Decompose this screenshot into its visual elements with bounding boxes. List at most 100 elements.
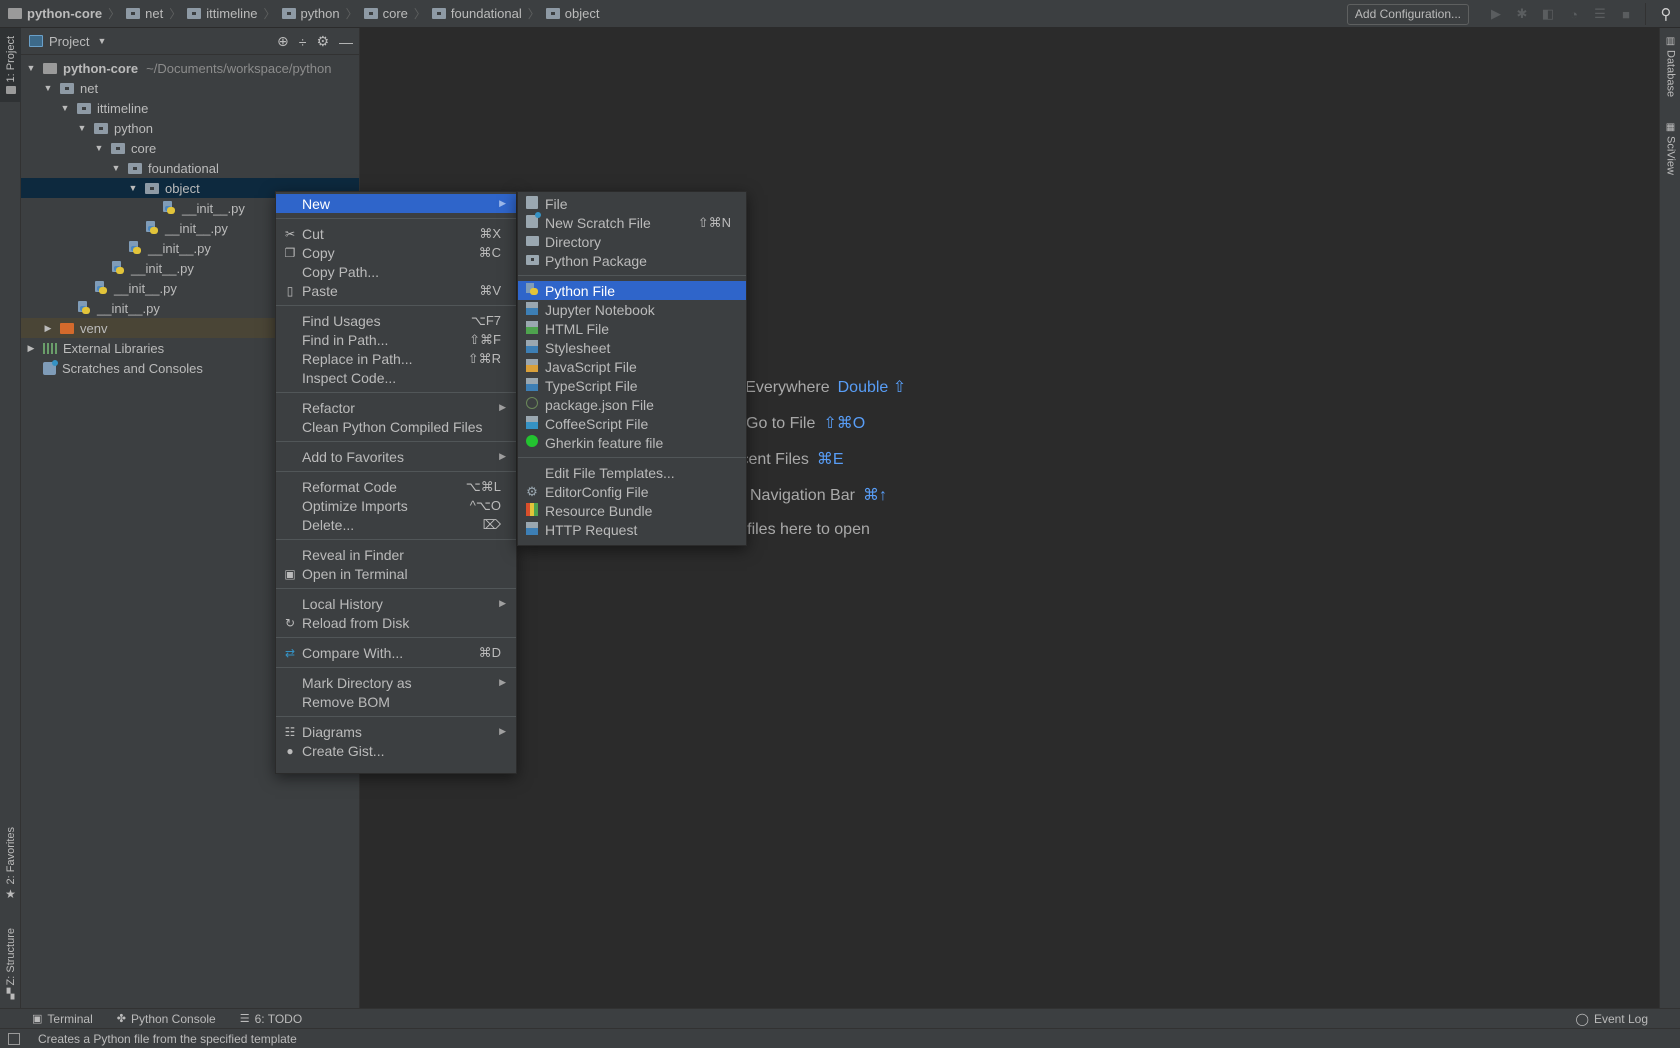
menu-item-paste[interactable]: ▯ Paste ⌘V xyxy=(276,281,516,300)
menu-item-shortcut: ⌘D xyxy=(478,644,501,660)
tree-row[interactable]: ▼ net xyxy=(21,78,359,98)
menu-item-refactor[interactable]: Refactor ▶ xyxy=(276,398,516,417)
submenu-item-html-file[interactable]: HTML File xyxy=(518,319,746,338)
breadcrumb-item[interactable]: python xyxy=(281,6,340,21)
menu-item-label: Reveal in Finder xyxy=(302,546,404,563)
submenu-item-file[interactable]: File xyxy=(518,194,746,213)
menu-item-reveal-in-finder[interactable]: Reveal in Finder xyxy=(276,545,516,564)
menu-item-copy-path[interactable]: Copy Path... xyxy=(276,262,516,281)
tool-tab-python-console[interactable]: ✤ Python Console xyxy=(117,1012,216,1026)
breadcrumb-item[interactable]: foundational xyxy=(431,6,522,21)
submenu-item-jupyter-notebook[interactable]: Jupyter Notebook xyxy=(518,300,746,319)
tree-row[interactable]: ▼ foundational xyxy=(21,158,359,178)
pkg-icon xyxy=(525,254,539,268)
coverage-icon[interactable]: ◧ xyxy=(1535,0,1561,28)
submenu-item-typescript-file[interactable]: TypeScript File xyxy=(518,376,746,395)
menu-separator xyxy=(276,539,516,540)
collapse-arrow-icon[interactable]: ▶ xyxy=(42,323,54,334)
profile-icon[interactable]: ◔ xyxy=(1561,0,1587,28)
stop-icon[interactable]: ■ xyxy=(1613,0,1639,28)
menu-item-diagrams[interactable]: ☷ Diagrams ▶ xyxy=(276,722,516,741)
breadcrumb-item[interactable]: net xyxy=(126,6,163,21)
tool-tab-project[interactable]: 1: Project xyxy=(0,28,21,102)
concurrency-icon[interactable]: ☰ xyxy=(1587,0,1613,28)
expand-arrow-icon[interactable]: ▼ xyxy=(42,83,54,93)
tree-row[interactable]: ▼ python xyxy=(21,118,359,138)
expand-arrow-icon[interactable]: ▼ xyxy=(59,103,71,113)
breadcrumb-item[interactable]: ittimeline xyxy=(187,6,258,21)
submenu-item-stylesheet[interactable]: Stylesheet xyxy=(518,338,746,357)
menu-item-new[interactable]: New ▶ xyxy=(276,194,516,213)
debug-icon[interactable]: ✱ xyxy=(1509,0,1535,28)
menu-item-find-in-path[interactable]: Find in Path... ⇧⌘F xyxy=(276,330,516,349)
search-icon[interactable]: ⚲ xyxy=(1652,0,1680,28)
menu-item-local-history[interactable]: Local History ▶ xyxy=(276,594,516,613)
menu-item-remove-bom[interactable]: Remove BOM xyxy=(276,692,516,711)
menu-separator xyxy=(276,441,516,442)
submenu-item-python-file[interactable]: Python File xyxy=(518,281,746,300)
submenu-item-edit-file-templates[interactable]: Edit File Templates... xyxy=(518,463,746,482)
tool-tab-todo[interactable]: ☰ 6: TODO xyxy=(240,1012,302,1026)
navigation-bar: python-core 〉 net 〉 ittimeline 〉 python 〉 core 〉 f… xyxy=(0,0,1680,28)
menu-item-label: Python File xyxy=(545,282,616,299)
submenu-item-package-json-file[interactable]: package.json File xyxy=(518,395,746,414)
event-log-tab[interactable]: ◯ Event Log xyxy=(1576,1012,1648,1026)
submenu-item-new-scratch-file[interactable]: New Scratch File ⇧⌘N xyxy=(518,211,746,232)
menu-item-cut[interactable]: ✂ Cut ⌘X xyxy=(276,224,516,243)
expand-arrow-icon[interactable]: ▼ xyxy=(110,163,122,173)
project-icon xyxy=(29,35,43,47)
tree-root-row[interactable]: ▼ python-core ~/Documents/workspace/pyth… xyxy=(21,58,359,78)
menu-item-label: New Scratch File xyxy=(545,214,651,231)
submenu-item-editorconfig-file[interactable]: ⚙ EditorConfig File xyxy=(518,482,746,501)
tree-item-label: ittimeline xyxy=(97,100,149,116)
menu-item-reformat-code[interactable]: Reformat Code ⌥⌘L xyxy=(276,477,516,496)
gear-icon[interactable]: ⚙ xyxy=(316,33,329,50)
menu-item-clean-python-compiled-files[interactable]: Clean Python Compiled Files xyxy=(276,417,516,436)
collapse-all-icon[interactable]: ÷ xyxy=(299,34,307,50)
breadcrumb-item[interactable]: python-core xyxy=(8,6,102,21)
hide-panel-icon[interactable]: — xyxy=(339,34,353,50)
submenu-item-resource-bundle[interactable]: Resource Bundle xyxy=(518,501,746,520)
menu-item-mark-directory-as[interactable]: Mark Directory as ▶ xyxy=(276,673,516,692)
breadcrumb-item[interactable]: object xyxy=(545,6,599,21)
tool-tab-sciview[interactable]: ▦ SciView xyxy=(1660,122,1680,175)
tool-tab-terminal[interactable]: ▣ Terminal xyxy=(32,1012,93,1026)
menu-item-label: New xyxy=(302,195,331,212)
python-file-icon xyxy=(162,201,176,215)
database-icon: ▥ xyxy=(1665,36,1676,47)
tool-tab-favorites[interactable]: 2: Favorites ★ xyxy=(0,818,21,910)
submenu-item-directory[interactable]: Directory xyxy=(518,232,746,251)
add-configuration-button[interactable]: Add Configuration... xyxy=(1346,3,1469,25)
expand-arrow-icon[interactable]: ▼ xyxy=(25,63,37,73)
menu-item-delete[interactable]: Delete... ⌦ xyxy=(276,515,516,534)
run-icon[interactable]: ▶ xyxy=(1483,0,1509,28)
expand-arrow-icon[interactable]: ▼ xyxy=(76,123,88,133)
submenu-item-python-package[interactable]: Python Package xyxy=(518,251,746,270)
expand-arrow-icon[interactable]: ▼ xyxy=(127,183,139,193)
locate-icon[interactable]: ⊕ xyxy=(277,33,289,50)
submenu-item-gherkin-feature-file[interactable]: Gherkin feature file xyxy=(518,433,746,452)
collapse-arrow-icon[interactable]: ▶ xyxy=(25,343,37,354)
menu-item-reload-from-disk[interactable]: ↻ Reload from Disk xyxy=(276,613,516,632)
menu-item-replace-in-path[interactable]: Replace in Path... ⇧⌘R xyxy=(276,349,516,368)
folder-icon xyxy=(60,322,74,334)
submenu-item-http-request[interactable]: HTTP Request xyxy=(518,520,746,539)
menu-item-open-in-terminal[interactable]: ▣ Open in Terminal xyxy=(276,564,516,583)
menu-item-add-to-favorites[interactable]: Add to Favorites ▶ xyxy=(276,447,516,466)
expand-arrow-icon[interactable]: ▼ xyxy=(93,143,105,153)
tool-tab-structure[interactable]: Z: Structure ▚ xyxy=(0,916,21,1012)
tree-row[interactable]: ▼ core xyxy=(21,138,359,158)
menu-item-find-usages[interactable]: Find Usages ⌥F7 xyxy=(276,311,516,330)
tool-tab-database[interactable]: ▥ Database xyxy=(1660,36,1680,97)
menu-item-create-gist[interactable]: ● Create Gist... xyxy=(276,741,516,760)
project-view-selector[interactable]: Project ▼ xyxy=(29,34,106,49)
submenu-item-coffeescript-file[interactable]: CoffeeScript File xyxy=(518,414,746,433)
submenu-item-javascript-file[interactable]: JavaScript File xyxy=(518,357,746,376)
menu-item-compare-with[interactable]: ⇄ Compare With... ⌘D xyxy=(276,643,516,662)
menu-item-optimize-imports[interactable]: Optimize Imports ^⌥O xyxy=(276,496,516,515)
breadcrumb-item[interactable]: core xyxy=(363,6,408,21)
tool-windows-toggle-icon[interactable] xyxy=(8,1032,20,1045)
menu-item-inspect-code[interactable]: Inspect Code... xyxy=(276,368,516,387)
tree-row[interactable]: ▼ ittimeline xyxy=(21,98,359,118)
menu-item-copy[interactable]: ❐ Copy ⌘C xyxy=(276,243,516,262)
